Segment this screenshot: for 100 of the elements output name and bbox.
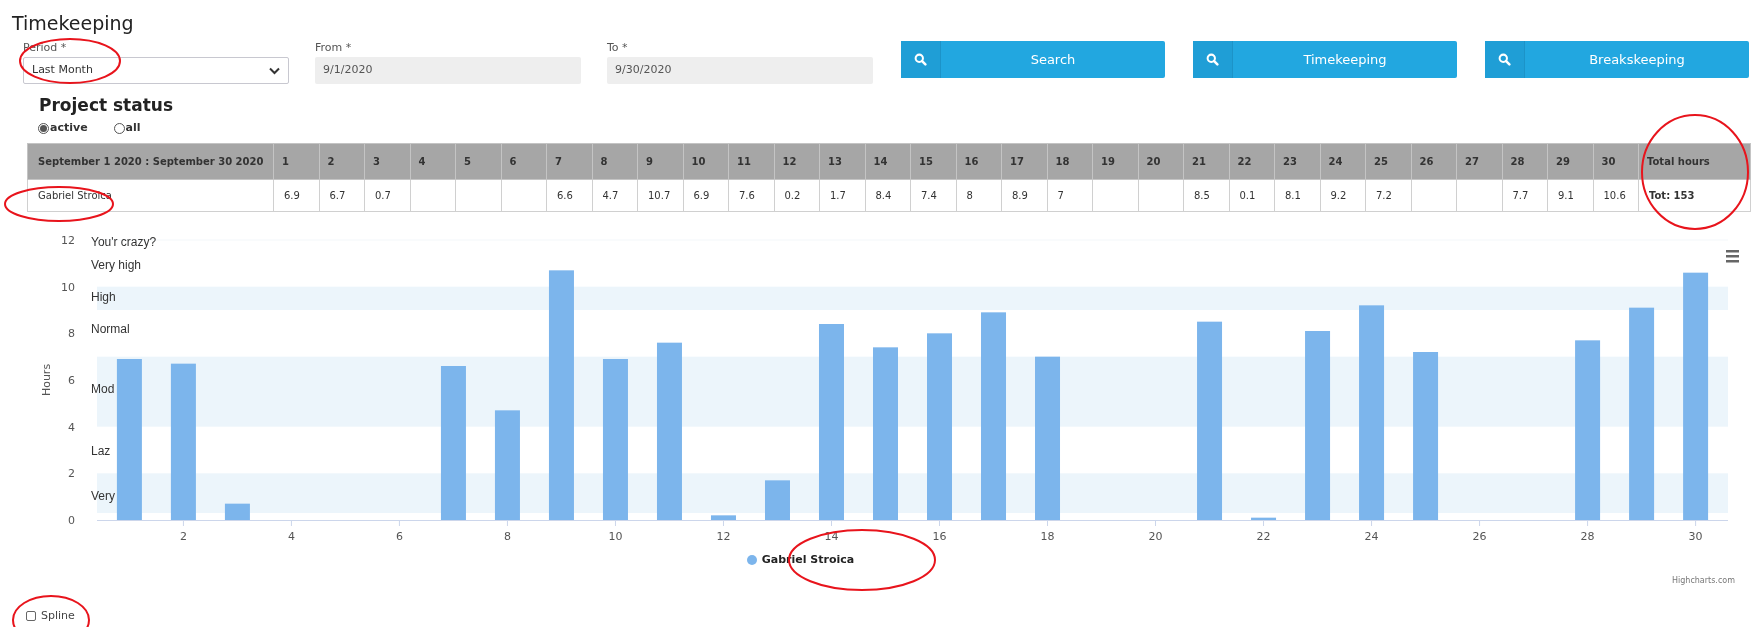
axis-tick-label: 26 [1472, 530, 1487, 543]
table-cell: 6.9 [284, 190, 300, 201]
bar [1251, 517, 1277, 520]
axis-tick-label: 6 [395, 530, 403, 543]
column-header: September 1 2020 : September 30 2020 [27, 143, 274, 180]
table-cell: 1.7 [830, 190, 846, 201]
band-label: Laz [91, 444, 111, 459]
axis-tick-label: 18 [1040, 530, 1055, 543]
column-header: 6 [501, 143, 547, 180]
column-header: 19 [1092, 143, 1138, 180]
axis-tick-label: 12 [61, 234, 75, 247]
table-cell: 0.1 [1239, 190, 1256, 201]
table-cell: 6.9 [693, 190, 710, 201]
column-header: 15 [910, 143, 956, 180]
table-cell: 7.7 [1512, 190, 1529, 201]
axis-tick-label: 6 [68, 374, 75, 387]
axis-tick-label: 8 [503, 530, 511, 543]
column-header: 9 [637, 143, 683, 180]
band-label: Very [91, 488, 115, 503]
table-cell: 7 [1057, 190, 1064, 201]
band-label: You'r crazy? [91, 235, 157, 250]
axis-tick-label: 22 [1256, 530, 1271, 543]
column-header: 25 [1365, 143, 1411, 180]
chevron-down-icon [269, 66, 280, 75]
column-header: 22 [1229, 143, 1275, 180]
column-header: 16 [956, 143, 1002, 180]
column-header: 14 [865, 143, 911, 180]
axis-tick-label: 10 [608, 530, 623, 543]
column-header: 12 [774, 143, 820, 180]
axis-title: Hours [40, 363, 53, 397]
search-icon [914, 53, 927, 66]
column-header: 7 [546, 143, 592, 180]
column-header: 2 [319, 143, 365, 180]
axis-tick-label: 2 [68, 467, 75, 481]
axis-tick-label: 20 [1148, 530, 1163, 543]
field-label: From * [315, 40, 353, 56]
column-header: 30 [1593, 143, 1639, 180]
spline-checkbox[interactable]: Spline [26, 608, 75, 625]
table-cell: 10.7 [648, 190, 671, 201]
table-cell: 8.9 [1012, 190, 1028, 201]
axis-tick-label: 0 [68, 514, 75, 527]
table-cell: 0.2 [784, 190, 801, 201]
table-cell: 6.7 [329, 190, 346, 201]
bar [711, 515, 736, 520]
search-icon [1206, 53, 1219, 66]
axis-tick-label: 8 [68, 327, 75, 341]
section-title: Project status [39, 94, 175, 116]
column-header: 3 [364, 143, 410, 180]
column-header: 23 [1274, 143, 1320, 180]
radio-option[interactable]: all [113, 120, 141, 137]
radio-option[interactable]: active [38, 120, 88, 137]
column-header: 13 [819, 143, 865, 180]
axis-tick-label: 12 [716, 530, 731, 543]
column-header: 17 [1001, 143, 1047, 180]
axis-tick-label: 4 [287, 530, 295, 543]
axis-tick-label: 24 [1364, 530, 1379, 543]
column-header: 18 [1047, 143, 1093, 180]
page-title: Timekeeping [12, 11, 134, 36]
table-cell: 7.6 [739, 190, 755, 201]
table-cell: 0.7 [375, 190, 391, 201]
table-cell: Tot: 153 [1649, 190, 1695, 201]
table-cell: 4.7 [602, 190, 619, 201]
column-header: 21 [1183, 143, 1229, 180]
axis-tick-label: 28 [1580, 530, 1595, 543]
column-header: 11 [728, 143, 774, 180]
table-cell: 8 [966, 190, 973, 201]
band-label: Normal [91, 321, 130, 336]
column-header: 24 [1320, 143, 1366, 180]
axis-tick-label: 2 [179, 530, 187, 543]
table-cell: 9.1 [1558, 190, 1574, 201]
column-header: 8 [592, 143, 638, 180]
table-cell: 7.2 [1376, 190, 1392, 201]
column-header: Total hours [1638, 143, 1751, 180]
column-header: 26 [1411, 143, 1457, 180]
table-cell: 10.6 [1603, 190, 1626, 201]
table-cell: 9.2 [1330, 190, 1347, 201]
table-cell: 7.4 [921, 190, 937, 201]
table-cell: 6.6 [557, 190, 573, 201]
table-cell: 8.4 [875, 190, 892, 201]
band-label: Mod [91, 382, 115, 397]
axis-tick-label: 10 [61, 280, 75, 294]
column-header: 28 [1502, 143, 1548, 180]
band-label: Very high [91, 257, 142, 272]
column-header: 5 [455, 143, 501, 180]
search-icon [1498, 53, 1511, 66]
table-cell: 8.1 [1285, 190, 1301, 201]
band-label: High [91, 290, 116, 305]
column-header: 27 [1456, 143, 1502, 180]
column-header: 1 [273, 143, 319, 180]
column-header: 20 [1138, 143, 1184, 180]
axis-tick-label: 30 [1688, 530, 1703, 543]
period-select[interactable]: Last Month [23, 57, 289, 84]
axis-tick-label: 16 [932, 530, 947, 543]
axis-tick-label: 4 [68, 420, 75, 434]
bar [765, 480, 790, 520]
credit-link[interactable]: Highcharts.com [1672, 574, 1735, 587]
column-header: 4 [410, 143, 456, 180]
field-label: To * [607, 40, 629, 56]
menu-icon[interactable] [1726, 250, 1739, 263]
column-header: 10 [683, 143, 729, 180]
